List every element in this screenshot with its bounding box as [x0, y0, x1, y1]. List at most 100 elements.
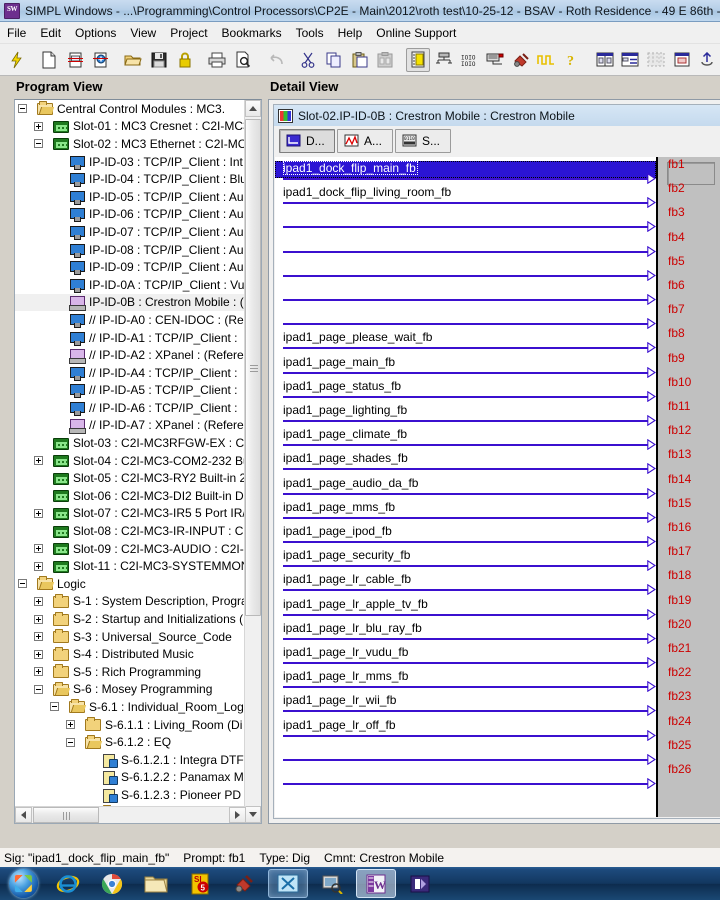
- signal-row[interactable]: ipad1_page_mms_fb: [275, 500, 657, 524]
- signal-row[interactable]: ipad1_page_lr_off_fb: [275, 718, 657, 742]
- tree-item[interactable]: // IP-ID-A1 : TCP/IP_Client :: [15, 329, 244, 347]
- compile-icon[interactable]: [509, 48, 533, 72]
- taskbar-si5[interactable]: SI 5: [180, 869, 220, 898]
- scroll-thumb[interactable]: [245, 119, 261, 616]
- signal-name[interactable]: ipad1_page_lighting_fb: [283, 403, 407, 417]
- tree-expand-toggle-plus-icon[interactable]: [66, 720, 75, 730]
- program-tree[interactable]: Central Control Modules : MC3. Slot-01 : …: [14, 99, 262, 824]
- tree-view-icon[interactable]: [432, 48, 456, 72]
- signal-row[interactable]: ipad1_dock_flip_living_room_fb: [275, 185, 657, 209]
- signal-name[interactable]: ipad1_page_mms_fb: [283, 500, 395, 514]
- ascii-icon[interactable]: IOIO IOIO: [457, 48, 481, 72]
- signal-row[interactable]: ipad1_page_lr_blu_ray_fb: [275, 621, 657, 645]
- print-preview-icon[interactable]: [231, 48, 255, 72]
- tree-expand-toggle-plus-icon[interactable]: [34, 561, 43, 571]
- signal-row[interactable]: ipad1_page_audio_da_fb: [275, 476, 657, 500]
- tab-analog[interactable]: A...: [337, 129, 393, 153]
- waveform-icon[interactable]: [535, 48, 559, 72]
- tree-item[interactable]: S-6.1.2.2 : Panamax M: [15, 769, 244, 787]
- tree-item[interactable]: S-6.1.2.3 : Pioneer PD: [15, 786, 244, 804]
- tree-item[interactable]: IP-ID-06 : TCP/IP_Client : Au: [15, 206, 244, 224]
- program-tree-horizontal-scrollbar[interactable]: [15, 806, 246, 823]
- signal-name[interactable]: ipad1_page_please_wait_fb: [283, 330, 432, 344]
- grid-icon[interactable]: [644, 48, 668, 72]
- tab-serial[interactable]: 0110 S...: [395, 129, 451, 153]
- lock-icon[interactable]: [173, 48, 197, 72]
- tree-item[interactable]: Slot-08 : C2I-MC3-IR-INPUT : C2: [15, 522, 244, 540]
- tree-item[interactable]: IP-ID-0B : Crestron Mobile : (: [15, 293, 244, 312]
- signal-name[interactable]: ipad1_page_lr_vudu_fb: [283, 645, 408, 659]
- tree-item[interactable]: Slot-11 : C2I-MC3-SYSTEMMON: [15, 557, 244, 575]
- upload-icon[interactable]: [696, 48, 720, 72]
- tree-item[interactable]: IP-ID-07 : TCP/IP_Client : Au: [15, 223, 244, 241]
- signal-name[interactable]: ipad1_page_security_fb: [283, 548, 410, 562]
- detail-view-icon[interactable]: [618, 48, 642, 72]
- tree-item[interactable]: // IP-ID-A0 : CEN-IDOC : (Re: [15, 311, 244, 329]
- cut-icon[interactable]: [296, 48, 320, 72]
- tree-item[interactable]: IP-ID-04 : TCP/IP_Client : Blu: [15, 170, 244, 188]
- save-icon[interactable]: [147, 48, 171, 72]
- signal-row[interactable]: ipad1_page_security_fb: [275, 548, 657, 572]
- tree-expand-toggle-plus-icon[interactable]: [34, 649, 43, 659]
- signal-name[interactable]: ipad1_page_audio_da_fb: [283, 476, 418, 490]
- copy-icon[interactable]: [322, 48, 346, 72]
- tree-item[interactable]: IP-ID-05 : TCP/IP_Client : Au: [15, 188, 244, 206]
- signal-name[interactable]: ipad1_page_lr_off_fb: [283, 718, 396, 732]
- signal-row[interactable]: ipad1_page_main_fb: [275, 355, 657, 379]
- tree-expand-toggle-plus-icon[interactable]: [34, 614, 43, 624]
- signal-canvas[interactable]: ipad1_dock_flip_main_fb ipad1_dock_flip_l…: [275, 157, 720, 817]
- hscroll-thumb[interactable]: [33, 807, 99, 823]
- taskbar-internet-explorer[interactable]: [48, 869, 88, 898]
- signal-row[interactable]: ipad1_page_please_wait_fb: [275, 330, 657, 354]
- tree-item[interactable]: Slot-03 : C2I-MC3RFGW-EX : C2I: [15, 434, 244, 452]
- signal-row[interactable]: ipad1_page_lr_wii_fb: [275, 693, 657, 717]
- menu-online-support[interactable]: Online Support: [369, 24, 463, 42]
- signal-name[interactable]: ipad1_page_lr_cable_fb: [283, 572, 411, 586]
- tree-expand-toggle-minus-icon[interactable]: [50, 702, 59, 712]
- tree-item[interactable]: S-6.1.1 : Living_Room (Di: [15, 716, 244, 734]
- add-device-icon[interactable]: [89, 48, 113, 72]
- signal-row[interactable]: ipad1_page_lr_cable_fb: [275, 572, 657, 596]
- tree-item[interactable]: S-6.1.2.1 : Integra DTF: [15, 751, 244, 769]
- signal-name[interactable]: ipad1_page_climate_fb: [283, 427, 407, 441]
- tree-expand-toggle-plus-icon[interactable]: [34, 632, 43, 642]
- tree-expand-toggle-plus-icon[interactable]: [34, 667, 43, 677]
- tree-item[interactable]: Slot-09 : C2I-MC3-AUDIO : C2I-: [15, 540, 244, 558]
- signal-row[interactable]: [275, 234, 657, 258]
- signal-row[interactable]: [275, 742, 657, 766]
- tree-item[interactable]: // IP-ID-A2 : XPanel : (Refere: [15, 346, 244, 365]
- signal-row[interactable]: ipad1_dock_flip_main_fb: [275, 161, 657, 185]
- signal-row[interactable]: [275, 209, 657, 233]
- signal-row[interactable]: ipad1_page_lr_apple_tv_fb: [275, 597, 657, 621]
- tree-item[interactable]: Slot-07 : C2I-MC3-IR5 5 Port IR/: [15, 505, 244, 523]
- taskbar-explorer[interactable]: [136, 869, 176, 898]
- tree-item[interactable]: Slot-01 : MC3 Cresnet : C2I-MC3: [15, 118, 244, 136]
- tree-expand-toggle-plus-icon[interactable]: [34, 544, 43, 554]
- signal-name[interactable]: ipad1_page_lr_apple_tv_fb: [283, 597, 428, 611]
- signal-row[interactable]: ipad1_page_climate_fb: [275, 427, 657, 451]
- tree-expand-toggle-plus-icon[interactable]: [34, 456, 43, 466]
- tree-expand-toggle-minus-icon[interactable]: [34, 139, 43, 149]
- print-icon[interactable]: [206, 48, 230, 72]
- program-view-icon[interactable]: [406, 47, 430, 72]
- tree-item[interactable]: S-6.1.2 : EQ: [15, 733, 244, 751]
- keypad-icon[interactable]: [483, 48, 507, 72]
- tree-item[interactable]: S-3 : Universal_Source_Code: [15, 628, 244, 646]
- signal-name[interactable]: ipad1_page_lr_blu_ray_fb: [283, 621, 422, 635]
- taskbar-crestron-toolbox[interactable]: [224, 869, 264, 898]
- signal-row[interactable]: [275, 306, 657, 330]
- tree-item[interactable]: S-5 : Rich Programming: [15, 663, 244, 681]
- split-window-icon[interactable]: [593, 48, 617, 72]
- tree-item[interactable]: IP-ID-03 : TCP/IP_Client : Int: [15, 153, 244, 171]
- signal-row[interactable]: [275, 766, 657, 790]
- tree-expand-toggle-plus-icon[interactable]: [34, 121, 43, 131]
- program-tree-vertical-scrollbar[interactable]: [244, 100, 261, 823]
- tree-item[interactable]: IP-ID-0A : TCP/IP_Client : Vu: [15, 276, 244, 294]
- start-button[interactable]: [2, 868, 44, 899]
- undo-icon[interactable]: [264, 48, 288, 72]
- tree-item[interactable]: S-4 : Distributed Music: [15, 645, 244, 663]
- scroll-up-icon[interactable]: [245, 100, 261, 117]
- tree-expand-toggle-minus-icon[interactable]: [18, 579, 27, 589]
- tree-expand-toggle-minus-icon[interactable]: [66, 737, 75, 747]
- tree-item[interactable]: S-6.1 : Individual_Room_Log: [15, 698, 244, 716]
